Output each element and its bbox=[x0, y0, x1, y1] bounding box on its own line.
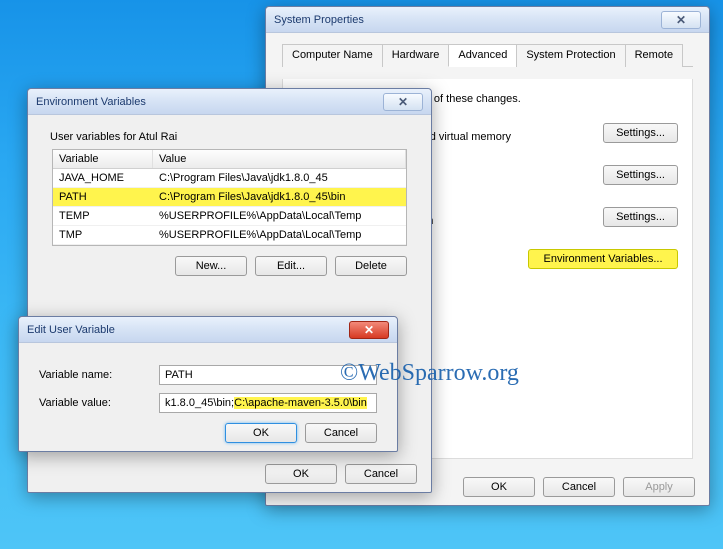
settings-button[interactable]: Settings... bbox=[603, 165, 678, 185]
table-row[interactable]: PATHC:\Program Files\Java\jdk1.8.0_45\bi… bbox=[53, 188, 406, 207]
edit-variable-title: Edit User Variable bbox=[27, 324, 115, 336]
tab-remote[interactable]: Remote bbox=[625, 44, 684, 67]
environment-variables-button[interactable]: Environment Variables... bbox=[528, 249, 678, 269]
variable-value-highlight: C:\apache-maven-3.5.0\bin bbox=[234, 397, 367, 409]
cell-variable: JAVA_HOME bbox=[53, 169, 153, 187]
cell-variable: PATH bbox=[53, 188, 153, 206]
table-row[interactable]: JAVA_HOMEC:\Program Files\Java\jdk1.8.0_… bbox=[53, 169, 406, 188]
tab-hardware[interactable]: Hardware bbox=[382, 44, 450, 67]
new-button[interactable]: New... bbox=[175, 256, 247, 276]
cancel-button[interactable]: Cancel bbox=[543, 477, 615, 497]
variable-value-text: k1.8.0_45\bin; bbox=[165, 397, 234, 409]
table-header-value: Value bbox=[153, 150, 406, 168]
edit-button[interactable]: Edit... bbox=[255, 256, 327, 276]
ok-button[interactable]: OK bbox=[225, 423, 297, 443]
table-header-variable: Variable bbox=[53, 150, 153, 168]
settings-button[interactable]: Settings... bbox=[603, 123, 678, 143]
environment-variables-footer: OK Cancel bbox=[28, 456, 431, 492]
tab-system-protection[interactable]: System Protection bbox=[516, 44, 625, 67]
environment-variables-title: Environment Variables bbox=[36, 96, 146, 108]
cell-variable: TEMP bbox=[53, 207, 153, 225]
tab-computer-name[interactable]: Computer Name bbox=[282, 44, 383, 67]
cancel-button[interactable]: Cancel bbox=[305, 423, 377, 443]
ok-button[interactable]: OK bbox=[463, 477, 535, 497]
cell-variable: TMP bbox=[53, 226, 153, 244]
cancel-button[interactable]: Cancel bbox=[345, 464, 417, 484]
cell-value: %USERPROFILE%\AppData\Local\Temp bbox=[153, 226, 406, 244]
variable-name-label: Variable name: bbox=[39, 369, 159, 381]
cell-value: C:\Program Files\Java\jdk1.8.0_45\bin bbox=[153, 188, 406, 206]
variable-value-label: Variable value: bbox=[39, 397, 159, 409]
settings-button[interactable]: Settings... bbox=[603, 207, 678, 227]
user-variables-label: User variables for Atul Rai bbox=[50, 131, 415, 143]
variable-value-input[interactable]: k1.8.0_45\bin;C:\apache-maven-3.5.0\bin bbox=[159, 393, 377, 413]
system-properties-title: System Properties bbox=[274, 14, 364, 26]
edit-user-variable-dialog: Edit User Variable ✕ Variable name: Vari… bbox=[18, 316, 398, 452]
close-icon[interactable]: ✕ bbox=[349, 321, 389, 339]
system-properties-titlebar: System Properties ✕ bbox=[266, 7, 709, 33]
edit-variable-titlebar: Edit User Variable ✕ bbox=[19, 317, 397, 343]
tab-advanced[interactable]: Advanced bbox=[448, 44, 517, 67]
user-variables-table[interactable]: Variable Value JAVA_HOMEC:\Program Files… bbox=[52, 149, 407, 246]
environment-variables-titlebar: Environment Variables ✕ bbox=[28, 89, 431, 115]
close-icon[interactable]: ✕ bbox=[661, 11, 701, 29]
table-row[interactable]: TMP%USERPROFILE%\AppData\Local\Temp bbox=[53, 226, 406, 245]
system-properties-tabs: Computer NameHardwareAdvancedSystem Prot… bbox=[282, 43, 693, 67]
close-icon[interactable]: ✕ bbox=[383, 93, 423, 111]
table-row[interactable]: TEMP%USERPROFILE%\AppData\Local\Temp bbox=[53, 207, 406, 226]
delete-button[interactable]: Delete bbox=[335, 256, 407, 276]
apply-button[interactable]: Apply bbox=[623, 477, 695, 497]
ok-button[interactable]: OK bbox=[265, 464, 337, 484]
cell-value: %USERPROFILE%\AppData\Local\Temp bbox=[153, 207, 406, 225]
variable-name-input[interactable] bbox=[159, 365, 377, 385]
cell-value: C:\Program Files\Java\jdk1.8.0_45 bbox=[153, 169, 406, 187]
